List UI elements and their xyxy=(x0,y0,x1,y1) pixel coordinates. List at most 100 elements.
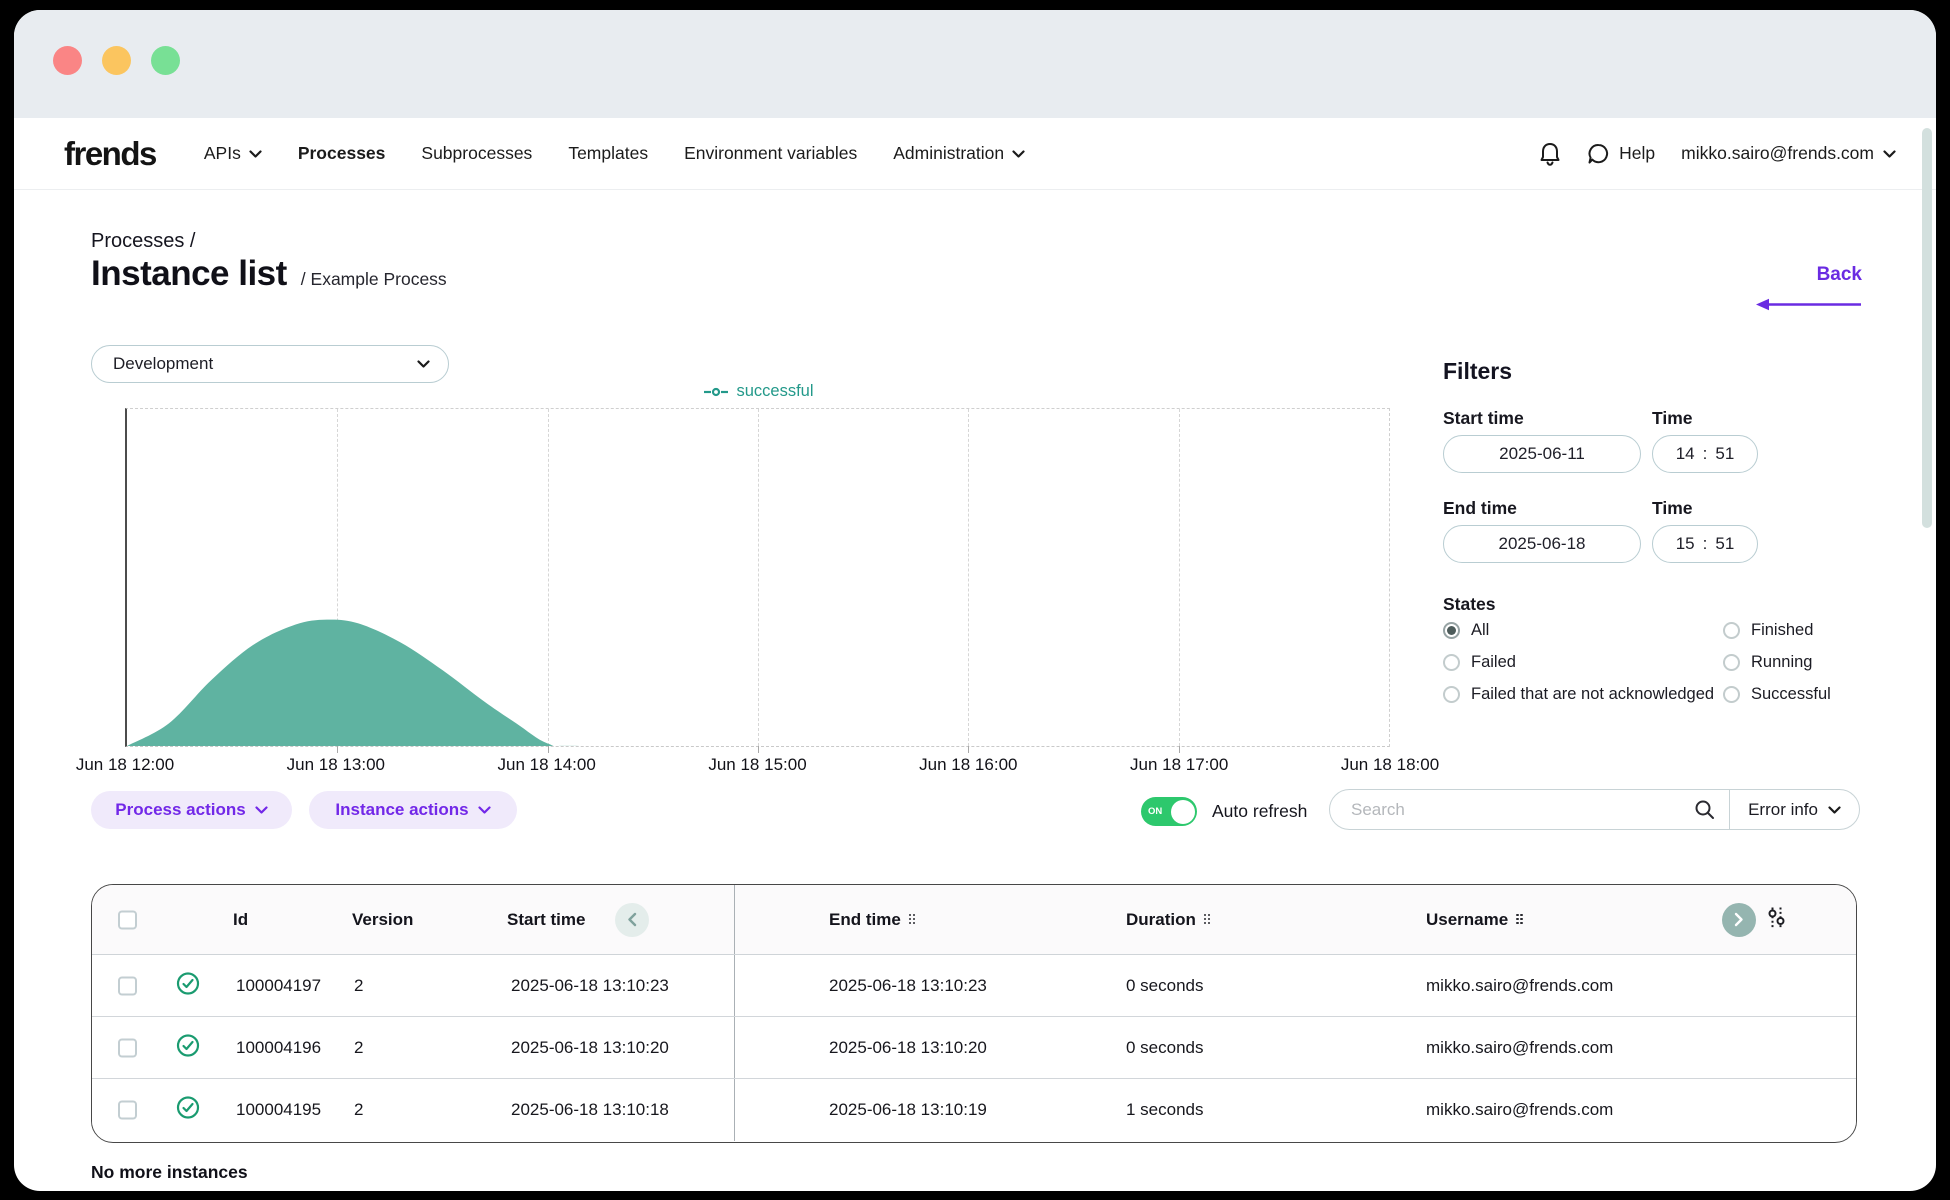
process-actions-button[interactable]: Process actions xyxy=(91,791,292,829)
table-row[interactable]: 100004196 2 2025-06-18 13:10:20 2025-06-… xyxy=(92,1017,1856,1079)
states-label: States xyxy=(1443,594,1496,615)
instance-actions-label: Instance actions xyxy=(335,800,468,820)
radio-label: All xyxy=(1471,621,1489,640)
end-minute-value: 51 xyxy=(1715,534,1734,554)
radio-icon xyxy=(1443,686,1460,703)
cell-end-time: 2025-06-18 13:10:20 xyxy=(829,1038,987,1058)
page-subtitle: / Example Process xyxy=(301,269,447,290)
environment-select[interactable]: Development xyxy=(91,345,449,383)
end-hour-value: 15 xyxy=(1676,534,1695,554)
frozen-column-divider xyxy=(734,885,735,954)
environment-selected-value: Development xyxy=(113,354,213,374)
start-time-input[interactable]: 14 : 51 xyxy=(1652,435,1758,473)
frozen-column-divider xyxy=(734,955,735,1016)
x-tick-label: Jun 18 12:00 xyxy=(45,755,205,775)
state-radio-all[interactable]: All xyxy=(1443,621,1489,640)
nav-item-label: Subprocesses xyxy=(421,143,532,164)
table-row[interactable]: 100004197 2 2025-06-18 13:10:23 2025-06-… xyxy=(92,955,1856,1017)
sort-icon[interactable] xyxy=(1204,914,1212,926)
auto-refresh-toggle[interactable]: ON xyxy=(1141,797,1197,826)
x-tick-label: Jun 18 17:00 xyxy=(1099,755,1259,775)
window-scrollbar-thumb[interactable] xyxy=(1922,128,1932,528)
maximize-window-icon[interactable] xyxy=(151,46,180,75)
state-radio-failed[interactable]: Failed xyxy=(1443,653,1516,672)
sort-icon[interactable] xyxy=(909,914,917,926)
columns-scroll-right-button[interactable] xyxy=(1722,903,1756,937)
column-header-username[interactable]: Username xyxy=(1426,910,1524,930)
x-axis-labels: Jun 18 12:00 Jun 18 13:00 Jun 18 14:00 J… xyxy=(125,755,1390,777)
cell-username: mikko.sairo@frends.com xyxy=(1426,1100,1613,1120)
row-checkbox[interactable] xyxy=(118,1101,137,1120)
radio-label: Running xyxy=(1751,653,1812,672)
column-header-version[interactable]: Version xyxy=(352,910,413,930)
screen: frends APIs Processes Subprocesses Templ… xyxy=(0,0,1950,1200)
state-radio-failed-not-acknowledged[interactable]: Failed that are not acknowledged xyxy=(1443,685,1714,704)
instances-table: Id Version Start time End time Duration … xyxy=(91,884,1857,1143)
legend-marker-icon xyxy=(704,387,728,397)
axis-tick xyxy=(337,746,338,753)
end-time-label: End time xyxy=(1443,498,1517,519)
column-header-start-time[interactable]: Start time xyxy=(507,910,585,930)
row-checkbox[interactable] xyxy=(118,1038,137,1057)
cell-id: 100004197 xyxy=(236,976,321,996)
search-icon[interactable] xyxy=(1690,799,1729,820)
nav-item-label: Administration xyxy=(893,143,1004,164)
notifications-bell-icon[interactable] xyxy=(1539,142,1561,166)
cell-start-time: 2025-06-18 13:10:23 xyxy=(511,976,669,996)
select-all-checkbox[interactable] xyxy=(118,910,137,929)
end-date-input[interactable]: 2025-06-18 xyxy=(1443,525,1641,563)
column-header-id[interactable]: Id xyxy=(233,910,248,930)
cell-start-time: 2025-06-18 13:10:20 xyxy=(511,1038,669,1058)
nav-item-templates[interactable]: Templates xyxy=(568,143,648,164)
row-checkbox[interactable] xyxy=(118,976,137,995)
chart-legend: successful xyxy=(609,382,909,401)
chevron-down-icon xyxy=(417,360,430,368)
nav-item-administration[interactable]: Administration xyxy=(893,143,1025,164)
toggle-knob xyxy=(1171,800,1195,824)
close-window-icon[interactable] xyxy=(53,46,82,75)
axis-tick xyxy=(758,746,759,753)
start-date-value: 2025-06-11 xyxy=(1499,444,1585,464)
end-date-value: 2025-06-18 xyxy=(1499,534,1586,554)
cell-duration: 0 seconds xyxy=(1126,976,1204,996)
column-header-end-time[interactable]: End time xyxy=(829,910,917,930)
start-hour-value: 14 xyxy=(1676,444,1695,464)
start-date-input[interactable]: 2025-06-11 xyxy=(1443,435,1641,473)
columns-scroll-left-button[interactable] xyxy=(615,903,649,937)
state-radio-successful[interactable]: Successful xyxy=(1723,685,1831,704)
axis-tick xyxy=(548,746,549,753)
start-time-time-label: Time xyxy=(1652,408,1693,429)
auto-refresh-label: Auto refresh xyxy=(1212,801,1307,822)
state-radio-running[interactable]: Running xyxy=(1723,653,1812,672)
nav-item-processes[interactable]: Processes xyxy=(298,143,386,164)
search-input[interactable] xyxy=(1330,800,1690,820)
chevron-down-icon xyxy=(1828,806,1841,814)
nav-item-environment-variables[interactable]: Environment variables xyxy=(684,143,857,164)
page-title: Instance list xyxy=(91,254,287,294)
sort-icon[interactable] xyxy=(1516,914,1524,926)
column-header-duration[interactable]: Duration xyxy=(1126,910,1212,930)
x-tick-label: Jun 18 16:00 xyxy=(888,755,1048,775)
error-info-select[interactable]: Error info xyxy=(1730,800,1859,820)
column-settings-sliders-icon[interactable] xyxy=(1768,906,1785,933)
instance-actions-button[interactable]: Instance actions xyxy=(309,791,517,829)
cell-username: mikko.sairo@frends.com xyxy=(1426,976,1613,996)
state-radio-finished[interactable]: Finished xyxy=(1723,621,1813,640)
table-row[interactable]: 100004195 2 2025-06-18 13:10:18 2025-06-… xyxy=(92,1079,1856,1141)
help-menu[interactable]: Help xyxy=(1587,143,1655,165)
legend-label: successful xyxy=(736,382,813,401)
nav-item-apis[interactable]: APIs xyxy=(204,143,262,164)
back-button[interactable]: Back xyxy=(1817,264,1862,286)
nav-item-subprocesses[interactable]: Subprocesses xyxy=(421,143,532,164)
start-time-label: Start time xyxy=(1443,408,1524,429)
end-time-input[interactable]: 15 : 51 xyxy=(1652,525,1758,563)
chevron-down-icon xyxy=(255,806,268,814)
breadcrumb[interactable]: Processes / xyxy=(91,230,195,253)
end-time-time-label: Time xyxy=(1652,498,1693,519)
cell-id: 100004196 xyxy=(236,1038,321,1058)
minimize-window-icon[interactable] xyxy=(102,46,131,75)
user-menu[interactable]: mikko.sairo@frends.com xyxy=(1681,143,1896,164)
radio-label: Finished xyxy=(1751,621,1813,640)
axis-tick xyxy=(968,746,969,753)
nav-item-label: APIs xyxy=(204,143,241,164)
